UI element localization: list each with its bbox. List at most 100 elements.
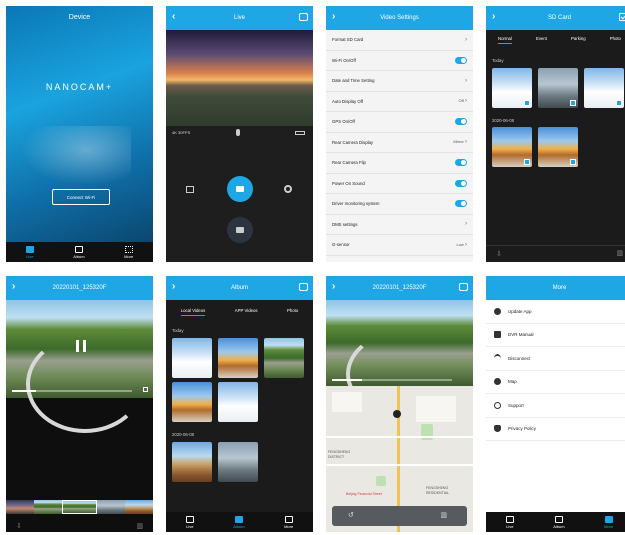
replay-icon[interactable]: ↺ [348, 511, 354, 519]
checkbox-icon[interactable] [524, 100, 530, 106]
more-item-disconnect[interactable]: Disconnect› [486, 347, 625, 371]
gallery-icon[interactable] [186, 186, 194, 193]
video-thumbnail[interactable] [172, 382, 212, 422]
tab-parking[interactable]: Parking [571, 36, 586, 44]
setting-format-sd[interactable]: Format SD Card › [326, 30, 473, 51]
video-thumbnail[interactable] [172, 442, 212, 482]
select-check-icon[interactable] [619, 13, 625, 21]
fullscreen-icon[interactable] [143, 387, 148, 392]
map-label: DISTRICT [328, 455, 345, 459]
strip-frame[interactable] [6, 500, 34, 514]
camera-icon[interactable] [299, 13, 308, 21]
setting-rear-flip[interactable]: Rear Camera Flip [326, 153, 473, 174]
video-thumbnail[interactable] [492, 127, 532, 167]
strip-frame[interactable] [97, 500, 126, 514]
more-item-privacy[interactable]: Privacy Policy› [486, 418, 625, 441]
setting-dms[interactable]: Driver monitoring system [326, 194, 473, 215]
checkbox-icon[interactable] [570, 100, 576, 106]
video-thumbnail[interactable] [584, 68, 624, 108]
snapshot-button[interactable] [227, 217, 253, 243]
strip-frame[interactable] [33, 500, 62, 514]
tab-album[interactable]: Album [73, 245, 85, 259]
more-icon [284, 515, 293, 523]
strip-frame-selected[interactable] [61, 500, 98, 514]
setting-label: GPS On/Off [332, 119, 355, 125]
mic-icon[interactable] [236, 129, 240, 136]
setting-g-sensor[interactable]: G-sensor Low › [326, 235, 473, 256]
tab-local-videos[interactable]: Local Videos [180, 308, 206, 316]
video-progress-bar[interactable] [332, 379, 452, 381]
rear-flip-toggle[interactable] [455, 159, 467, 167]
tab-event[interactable]: Event [536, 36, 547, 44]
back-icon[interactable]: › [332, 12, 335, 22]
trash-icon[interactable]: ▥ [136, 522, 143, 530]
more-item-support[interactable]: Support› [486, 394, 625, 418]
trash-icon[interactable]: ▥ [440, 511, 447, 519]
tab-photo[interactable]: Photo [287, 308, 298, 316]
album-header: › Album [166, 276, 313, 300]
tab-live[interactable]: Live [185, 515, 194, 529]
tab-normal[interactable]: Normal [498, 36, 512, 44]
tab-live[interactable]: Live [25, 245, 34, 259]
map-playback-header: › 20220101_125320F [326, 276, 473, 300]
wifi-toggle[interactable] [455, 56, 467, 64]
tab-live-label: Live [26, 253, 34, 259]
settings-header: › Video Settings [326, 6, 473, 30]
checkbox-icon[interactable] [616, 100, 622, 106]
back-icon[interactable]: › [12, 282, 15, 292]
dms-toggle[interactable] [455, 200, 467, 208]
device-screen: Device NANOCAM+ Connect Wi-Fi Live Album… [6, 6, 153, 262]
camera-icon[interactable] [299, 283, 308, 291]
video-thumbnail[interactable] [218, 338, 258, 378]
strip-frame[interactable] [125, 500, 153, 514]
tab-album[interactable]: Album [553, 515, 565, 529]
setting-dms-settings[interactable]: DMS settings › [326, 215, 473, 235]
setting-power-sound[interactable]: Power On Sound [326, 174, 473, 194]
setting-label: Wi-Fi On/Off [332, 57, 356, 63]
thumbnail-strip[interactable] [6, 500, 153, 514]
tab-album[interactable]: Album [233, 515, 245, 529]
video-thumbnail[interactable] [218, 442, 258, 482]
back-icon[interactable]: › [492, 12, 495, 22]
back-icon[interactable]: › [172, 282, 175, 292]
back-icon[interactable]: ‹ [172, 12, 175, 22]
more-item-map[interactable]: Map› [486, 371, 625, 394]
setting-date-time[interactable]: Date and Time Setting › [326, 71, 473, 92]
album-icon [74, 245, 83, 253]
power-sound-toggle[interactable] [455, 179, 467, 187]
video-thumbnail[interactable] [264, 338, 304, 378]
more-item-update-app[interactable]: Update App› [486, 300, 625, 324]
video-thumbnail[interactable] [218, 382, 258, 422]
settings-icon[interactable] [284, 185, 292, 193]
bottom-tab-bar: Live Album More [166, 512, 313, 532]
video-thumbnail[interactable] [538, 127, 578, 167]
gps-toggle[interactable] [455, 118, 467, 126]
tab-more[interactable]: More [284, 515, 293, 529]
map-block [416, 396, 456, 422]
setting-auto-display-off[interactable]: Auto Display Off Off › [326, 92, 473, 112]
tab-live-label: Live [186, 523, 194, 529]
camera-icon[interactable] [459, 283, 468, 291]
setting-rear-display[interactable]: Rear Camera Display Mirror › [326, 133, 473, 153]
back-icon[interactable]: › [332, 282, 335, 292]
more-item-dvr-manual[interactable]: DVR Manual› [486, 324, 625, 347]
tab-more[interactable]: More [124, 245, 133, 259]
video-thumbnail[interactable] [172, 338, 212, 378]
connect-wifi-button[interactable]: Connect Wi-Fi [52, 189, 110, 205]
download-icon[interactable]: ⇩ [16, 522, 22, 530]
pause-icon[interactable] [76, 340, 86, 352]
tab-more[interactable]: More [604, 515, 613, 529]
video-thumbnail[interactable] [538, 68, 578, 108]
checkbox-icon[interactable] [570, 159, 576, 165]
video-thumbnail[interactable] [492, 68, 532, 108]
download-icon[interactable]: ⇩ [496, 250, 502, 258]
tab-app-videos[interactable]: APP Videos [235, 308, 258, 316]
video-record-button[interactable] [227, 176, 253, 202]
tab-photo[interactable]: Photo [610, 36, 621, 44]
checkbox-icon[interactable] [524, 159, 530, 165]
setting-wifi[interactable]: Wi-Fi On/Off [326, 51, 473, 71]
setting-gps[interactable]: GPS On/Off [326, 112, 473, 133]
tab-live[interactable]: Live [505, 515, 514, 529]
trash-icon[interactable]: ▥ [616, 249, 623, 257]
video-progress-bar[interactable] [12, 390, 132, 392]
